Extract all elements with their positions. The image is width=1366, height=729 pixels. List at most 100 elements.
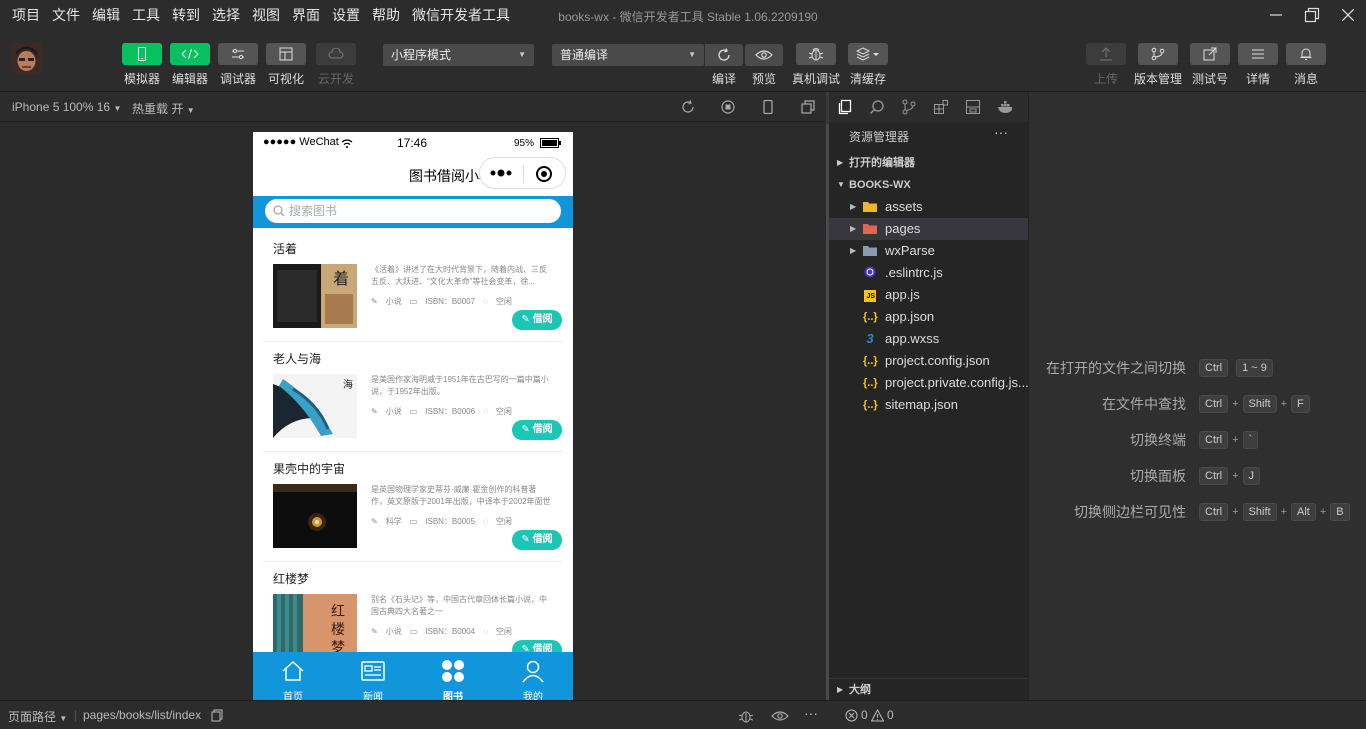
outline-section[interactable]: ▶ 大纲 xyxy=(829,678,1028,700)
json-file-icon: {..} xyxy=(863,377,878,389)
explorer-title: 资源管理器 xyxy=(849,130,910,144)
visual-button[interactable] xyxy=(266,43,306,65)
eye-icon[interactable] xyxy=(771,710,789,725)
page-path-select[interactable]: 页面路径 ▼ xyxy=(8,708,67,725)
avatar[interactable] xyxy=(11,43,42,74)
borrow-button[interactable]: ✎ 借阅 xyxy=(512,310,562,330)
simulator-button[interactable] xyxy=(122,43,162,65)
storage-tab[interactable] xyxy=(965,99,981,115)
book-cover-image[interactable]: 着 xyxy=(273,264,357,328)
messages-label: 消息 xyxy=(1293,72,1318,86)
debugger-button[interactable] xyxy=(218,43,258,65)
folder-item[interactable]: ▶ wxParse xyxy=(829,240,1028,262)
borrow-button[interactable]: ✎ 借阅 xyxy=(512,530,562,550)
tag-icon: ✎ xyxy=(371,407,378,416)
search-tab[interactable] xyxy=(869,99,885,115)
cloud-button[interactable] xyxy=(316,43,356,65)
book-item[interactable]: 老人与海海 是美国作家海明威于1951年在古巴写的一篇中篇小说，于1952年出版。… xyxy=(253,342,573,452)
svg-text:着: 着 xyxy=(333,269,349,288)
editor-button[interactable] xyxy=(170,43,210,65)
book-cover-image[interactable]: 海 xyxy=(273,374,357,438)
device-select[interactable]: iPhone 5 100% 16 ▼ xyxy=(12,100,121,114)
project-section[interactable]: ▼ BOOKS-WX xyxy=(829,174,1028,196)
book-status: 空闲 xyxy=(495,627,512,636)
keycap: Shift xyxy=(1242,395,1277,413)
explorer-tab[interactable] xyxy=(837,99,853,115)
restore-icon xyxy=(1304,7,1320,23)
error-count: 0 xyxy=(861,708,868,722)
json-file-icon: {..} xyxy=(863,355,878,367)
book-title: 红楼梦 xyxy=(273,572,310,586)
close-button[interactable] xyxy=(1330,0,1366,30)
carrier-text: ●●●●● WeChat xyxy=(263,136,339,148)
compile-mode-value: 普通编译 xyxy=(560,48,609,62)
version-button[interactable] xyxy=(1138,43,1178,65)
layers-icon xyxy=(856,47,879,61)
extensions-tab[interactable] xyxy=(933,99,949,115)
keycap: 1 ~ 9 xyxy=(1236,359,1273,377)
shortcut-label: 在文件中查找 xyxy=(1102,396,1186,412)
file-item[interactable]: .eslintrc.js xyxy=(829,262,1028,284)
file-item[interactable]: JS app.js xyxy=(829,284,1028,306)
tab-home[interactable]: 首页 xyxy=(253,652,333,700)
book-cover-image[interactable]: 红楼梦 xyxy=(273,594,357,658)
stop-icon[interactable] xyxy=(720,99,736,115)
mode-select[interactable]: 小程序模式 ▼ xyxy=(383,44,534,66)
rotate-icon[interactable] xyxy=(680,99,696,115)
book-item[interactable]: 活着着 《活着》讲述了在大时代背景下，随着内战、三反五反、大跃进、“文化大革命”等… xyxy=(253,232,573,342)
capsule-divider xyxy=(523,165,524,183)
file-item[interactable]: {..} sitemap.json xyxy=(829,394,1028,416)
exit-button[interactable] xyxy=(535,165,553,186)
bug-icon[interactable] xyxy=(738,708,754,727)
minimize-button[interactable] xyxy=(1258,0,1294,30)
barcode-icon: ▭ xyxy=(409,627,418,636)
docker-tab[interactable] xyxy=(997,99,1013,115)
preview-button[interactable] xyxy=(745,44,783,66)
tab-books[interactable]: 图书 xyxy=(413,652,493,700)
file-item[interactable]: 3 app.wxss xyxy=(829,328,1028,350)
open-editors-section[interactable]: ▶ 打开的编辑器 xyxy=(829,152,1028,174)
tab-books-label: 图书 xyxy=(443,692,463,700)
messages-button[interactable] xyxy=(1286,43,1326,65)
compile-mode-select[interactable]: 普通编译 ▼ xyxy=(552,44,704,66)
preview-label: 预览 xyxy=(751,72,776,86)
real-debug-button[interactable] xyxy=(796,43,836,65)
maximize-button[interactable] xyxy=(1294,0,1330,30)
search-icon xyxy=(273,205,285,217)
file-item[interactable]: {..} app.json xyxy=(829,306,1028,328)
device-frame-icon[interactable] xyxy=(760,99,776,115)
book-status: 空闲 xyxy=(495,407,512,416)
tab-mine[interactable]: 我的 xyxy=(493,652,573,700)
borrow-button[interactable]: ✎ 借阅 xyxy=(512,420,562,440)
chevron-right-icon: ▶ xyxy=(850,246,857,255)
error-icon[interactable] xyxy=(845,709,858,725)
book-item[interactable]: 果壳中的宇宙 是英国物理学家史蒂芬·威廉·霍金创作的科普著作，英文原版于2001年… xyxy=(253,452,573,562)
file-item[interactable]: {..} project.private.config.js... xyxy=(829,372,1028,394)
edit-icon: ✎ xyxy=(521,424,533,435)
file-item[interactable]: {..} project.config.json xyxy=(829,350,1028,372)
hot-reload-toggle[interactable]: 热重载 开 ▼ xyxy=(132,100,195,117)
search-input[interactable]: 搜索图书 xyxy=(265,199,561,223)
more-icon[interactable]: ··· xyxy=(804,705,818,721)
branch-icon xyxy=(1151,47,1165,61)
clear-cache-button[interactable] xyxy=(848,43,888,65)
source-control-tab[interactable] xyxy=(901,99,917,115)
book-cover-image[interactable] xyxy=(273,484,357,548)
copy-icon[interactable] xyxy=(211,709,223,725)
book-meta: ✎ 科学 ▭ ISBN：B0005 ◌ 空闲 xyxy=(371,516,520,527)
details-button[interactable] xyxy=(1238,43,1278,65)
more-actions-button[interactable]: ··· xyxy=(994,124,1008,140)
upload-button[interactable] xyxy=(1086,43,1126,65)
compile-button[interactable] xyxy=(705,44,743,66)
folder-item[interactable]: ▶ pages xyxy=(829,218,1028,240)
popout-window-icon[interactable] xyxy=(800,99,816,115)
more-button[interactable] xyxy=(490,167,514,182)
home-icon xyxy=(282,660,304,681)
tab-news[interactable]: 新闻 xyxy=(333,652,413,700)
version-label: 版本管理 xyxy=(1133,72,1182,86)
cloud-label: 云开发 xyxy=(317,72,354,86)
folder-item[interactable]: ▶ assets xyxy=(829,196,1028,218)
warning-icon[interactable] xyxy=(870,708,885,725)
svg-text:红: 红 xyxy=(331,604,345,620)
test-account-button[interactable] xyxy=(1190,43,1230,65)
